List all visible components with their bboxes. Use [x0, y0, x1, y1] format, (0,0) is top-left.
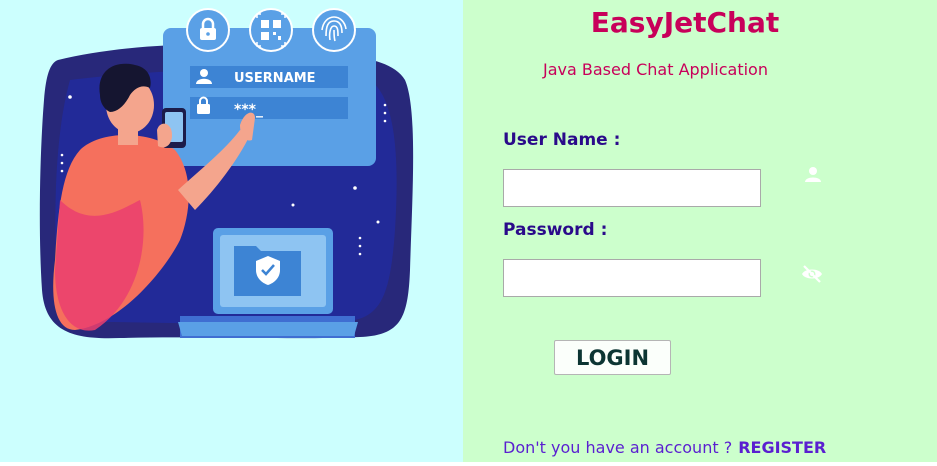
sparkle	[383, 119, 387, 123]
register-link[interactable]: REGISTER	[738, 438, 826, 457]
password-input[interactable]	[503, 259, 761, 297]
eye-slash-icon[interactable]	[801, 263, 823, 285]
sparkle	[383, 111, 387, 115]
login-panel: EasyJetChat Java Based Chat Application …	[463, 0, 937, 462]
sparkle	[68, 95, 72, 99]
username-input[interactable]	[503, 169, 761, 207]
app-subtitle: Java Based Chat Application	[543, 60, 768, 79]
sparkle	[358, 236, 362, 240]
login-illustration: USERNAME ***_	[39, 8, 414, 339]
sparkle	[383, 103, 387, 107]
app-title: EasyJetChat	[590, 6, 780, 39]
password-bar	[190, 97, 348, 119]
qr-badge	[249, 8, 293, 52]
sparkle	[60, 153, 64, 157]
register-prompt: Don't you have an account ? REGISTER	[503, 438, 826, 457]
illustration-panel: USERNAME ***_	[0, 0, 463, 462]
sparkle	[353, 186, 357, 190]
username-label: User Name :	[503, 130, 621, 150]
sparkle	[376, 220, 380, 224]
fingerprint-badge	[312, 8, 356, 52]
sparkle	[60, 169, 64, 173]
user-icon	[805, 167, 821, 182]
login-button[interactable]: LOGIN	[554, 340, 671, 375]
lock-badge	[186, 8, 230, 52]
sparkle	[60, 161, 64, 165]
password-label: Password :	[503, 220, 608, 240]
register-prompt-text: Don't you have an account ?	[503, 438, 733, 457]
sparkle	[358, 244, 362, 248]
username-text: USERNAME	[234, 71, 316, 86]
sparkle	[291, 203, 295, 207]
sparkle	[358, 252, 362, 256]
